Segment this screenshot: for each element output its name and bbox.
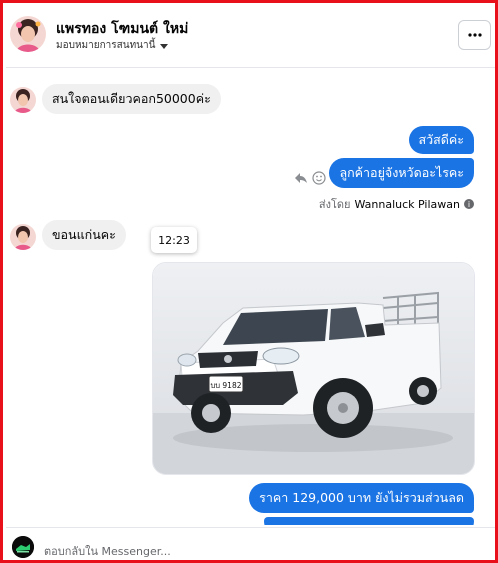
message-text: สวัสดีค่ะ — [418, 132, 464, 147]
assign-conversation-label: มอบหมายการสนทนานี้ — [56, 40, 156, 51]
contact-avatar-small — [10, 87, 36, 113]
message-bubble-outgoing[interactable]: สวัสดีค่ะ — [408, 126, 474, 154]
more-options-button[interactable] — [458, 20, 491, 50]
reply-input[interactable]: ตอบกลับใน Messenger... — [44, 542, 171, 560]
sent-by-prefix: ส่งโดย — [318, 198, 351, 211]
sent-by-label: ส่งโดย Wannaluck Pilawan i — [319, 195, 474, 213]
message-text: ขอนแก่นคะ — [52, 227, 116, 242]
message-text: สนใจตอนเดียวคอก50000ค่ะ — [52, 91, 211, 106]
contact-avatar[interactable] — [10, 16, 46, 52]
message-photo[interactable]: บบ 9182 — [152, 262, 475, 475]
timestamp-text: 12:23 — [158, 233, 190, 247]
caret-down-icon — [160, 43, 169, 49]
contact-avatar-small — [10, 224, 36, 250]
message-actions — [294, 171, 326, 185]
message-thread[interactable]: สนใจตอนเดียวคอก50000ค่ะ สวัสดีค่ะ ลูกค้า… — [6, 69, 495, 525]
contact-name[interactable]: แพรทอง โฑมนต์ ใหม่ — [56, 18, 188, 40]
smiley-icon[interactable] — [312, 171, 326, 185]
timestamp-tooltip: 12:23 — [151, 227, 197, 253]
message-text: ลูกค้าอยู่จังหวัดอะไรคะ — [339, 165, 464, 180]
license-plate-text: บบ 9182 — [211, 381, 242, 390]
message-bubble-incoming[interactable]: สนใจตอนเดียวคอก50000ค่ะ — [42, 84, 221, 114]
message-bubble-outgoing[interactable]: ราคา 129,000 บาท ยังไม่รวมส่วนลด — [249, 483, 474, 513]
conversation-frame: แพรทอง โฑมนต์ ใหม่ มอบหมายการสนทนานี้ สน… — [0, 0, 498, 563]
message-bubble-outgoing[interactable]: ลูกค้าอยู่จังหวัดอะไรคะ — [329, 158, 474, 188]
message-text: ราคา 129,000 บาท ยังไม่รวมส่วนลด — [259, 490, 464, 505]
assign-conversation[interactable]: มอบหมายการสนทนานี้ — [56, 38, 169, 53]
more-horizontal-icon — [467, 33, 482, 37]
reply-icon[interactable] — [294, 172, 308, 184]
message-bubble-outgoing-partial[interactable] — [264, 517, 474, 525]
info-icon[interactable]: i — [464, 199, 474, 209]
pickup-truck-photo: บบ 9182 — [153, 263, 474, 474]
page-avatar — [12, 536, 34, 558]
message-bubble-incoming[interactable]: ขอนแก่นคะ — [42, 220, 126, 250]
sender-name[interactable]: Wannaluck Pilawan — [355, 198, 461, 211]
reply-composer[interactable]: ตอบกลับใน Messenger... — [6, 527, 495, 560]
conversation-header: แพรทอง โฑมนต์ ใหม่ มอบหมายการสนทนานี้ — [6, 6, 495, 68]
